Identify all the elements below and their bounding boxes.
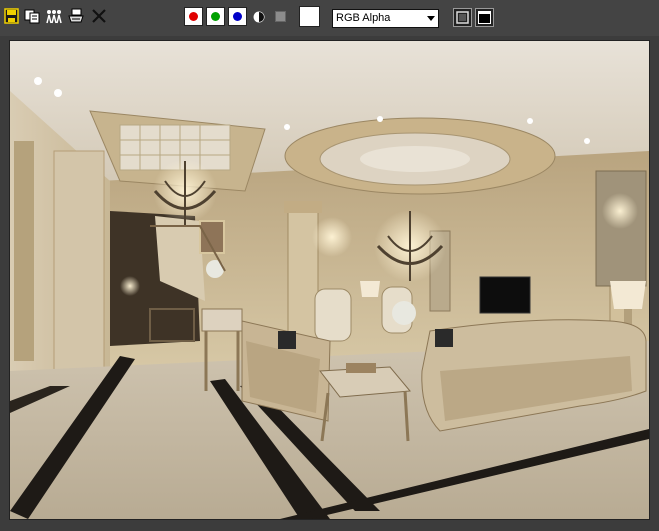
copy-icon[interactable] [24,8,40,24]
clone-window-icon[interactable] [45,8,62,24]
chevron-down-icon [427,16,435,21]
channel-display-select[interactable]: RGB Alpha [332,9,439,28]
display-toggle-icon [478,11,491,24]
color-swatch[interactable] [299,6,320,27]
monochrome-icon[interactable] [252,10,268,26]
blue-channel-button[interactable] [228,7,247,26]
rendered-image-icon [10,41,649,519]
green-channel-icon [211,12,220,21]
green-channel-button[interactable] [206,7,225,26]
display-mode-icon [456,11,469,24]
blue-channel-icon [233,12,242,21]
red-channel-button[interactable] [184,7,203,26]
display-mode-button[interactable] [453,8,472,27]
display-toggle-button[interactable] [475,8,494,27]
rendered-image-viewport[interactable] [9,40,650,520]
clear-icon[interactable] [91,8,107,24]
red-channel-icon [189,12,198,21]
clear-color-icon[interactable] [275,11,291,27]
frame-buffer-toolbar: RGB Alpha [0,0,659,36]
save-icon[interactable] [4,8,20,24]
print-icon[interactable] [68,8,84,24]
channel-select-value: RGB Alpha [336,12,391,24]
